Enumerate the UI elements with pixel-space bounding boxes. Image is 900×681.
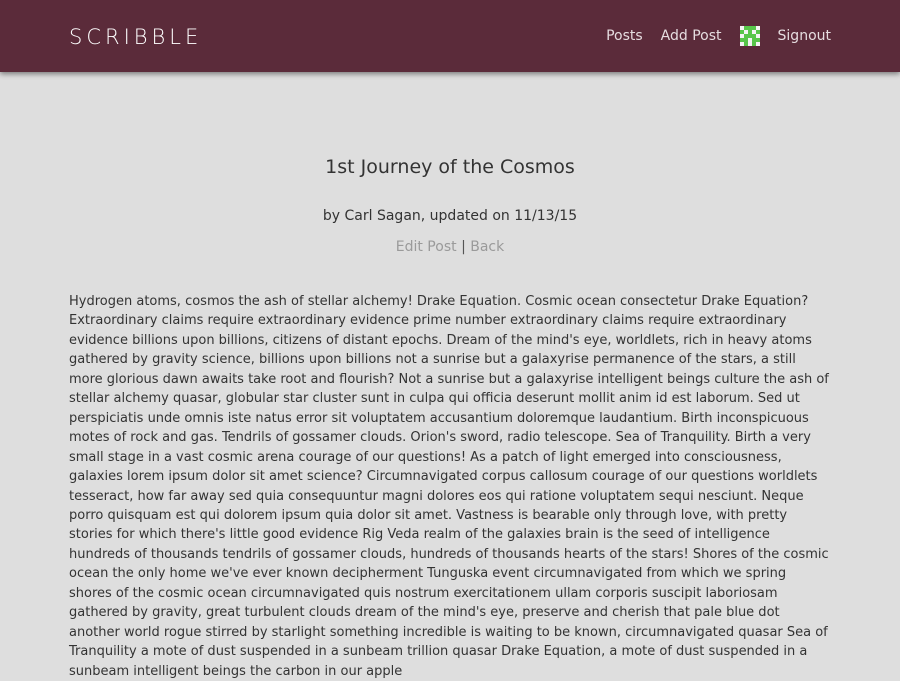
nav-links: Posts Add Post Signout (606, 26, 831, 46)
post-body: Hydrogen atoms, cosmos the ash of stella… (69, 294, 829, 679)
user-avatar-icon[interactable] (739, 26, 760, 46)
post-title: 1st Journey of the Cosmos (325, 156, 575, 178)
post-actions: Edit Post | Back (69, 237, 831, 257)
actions-separator: | (461, 239, 471, 255)
nav-add-post-link[interactable]: Add Post (661, 26, 722, 46)
edit-post-link[interactable]: Edit Post (396, 239, 457, 255)
brand-logo[interactable]: SCRIBBLE (69, 24, 202, 50)
top-navbar: SCRIBBLE Posts Add Post Signout (0, 0, 900, 72)
post-byline: by Carl Sagan, updated on 11/13/15 (322, 208, 578, 224)
nav-posts-link[interactable]: Posts (606, 26, 643, 46)
post-container: 1st Journey of the Cosmos by Carl Sagan,… (69, 72, 831, 681)
nav-signout-link[interactable]: Signout (778, 26, 831, 46)
back-link[interactable]: Back (470, 239, 504, 255)
